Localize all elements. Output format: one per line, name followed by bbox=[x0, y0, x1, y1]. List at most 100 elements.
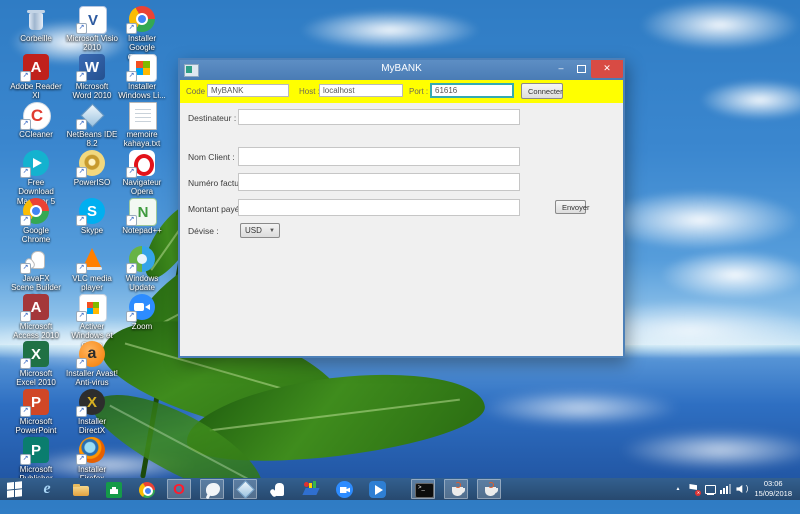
desktop-icon-label: memoire kahaya.txt bbox=[116, 130, 168, 149]
clock-date: 15/09/2018 bbox=[754, 489, 792, 499]
tray-expand-icon[interactable] bbox=[671, 481, 684, 497]
taskbar-item-java-app-2[interactable] bbox=[477, 479, 501, 499]
desktop-icon-label: Google Chrome bbox=[10, 226, 62, 245]
taskbar-start-button[interactable] bbox=[2, 479, 26, 499]
desktop-icon-ccleaner[interactable]: ↗ CCleaner bbox=[10, 102, 62, 139]
maximize-button[interactable] bbox=[571, 60, 591, 78]
host-input[interactable] bbox=[319, 84, 403, 97]
desktop-icon-adobe-reader[interactable]: ↗ Adobe Reader XI bbox=[10, 54, 62, 101]
shortcut-arrow-icon: ↗ bbox=[76, 167, 87, 178]
taskbar-item-scene-builder[interactable] bbox=[266, 479, 290, 499]
desktop-icon-installer-avast[interactable]: ↗ Installer Avast! Anti-virus bbox=[66, 341, 118, 388]
desktop-icon-label: Skype bbox=[66, 226, 118, 235]
desktop-icon-visio[interactable]: ↗ Microsoft Visio 2010 bbox=[66, 6, 118, 53]
devise-label: Dévise : bbox=[188, 226, 219, 236]
host-label: Host : bbox=[299, 87, 320, 96]
shortcut-arrow-icon: ↗ bbox=[126, 167, 137, 178]
nom-client-input[interactable] bbox=[238, 147, 520, 166]
desktop-icon-label: Navigateur Opera bbox=[116, 178, 168, 197]
desktop-icon-label: Installer Avast! Anti-virus bbox=[66, 369, 118, 388]
payment-form: Destinateur : Nom Client : Numéro factur… bbox=[180, 103, 623, 356]
connecter-button[interactable]: Connecter bbox=[521, 83, 563, 99]
port-input[interactable] bbox=[430, 83, 514, 98]
shortcut-arrow-icon: ↗ bbox=[76, 311, 87, 322]
taskbar-item-java-app-1[interactable] bbox=[444, 479, 468, 499]
shortcut-arrow-icon: ↗ bbox=[126, 23, 137, 34]
speaker-icon[interactable] bbox=[735, 481, 748, 497]
shortcut-arrow-icon: ↗ bbox=[20, 215, 31, 226]
desktop-icon-installer-firefox[interactable]: ↗ Installer Firefox bbox=[66, 437, 118, 484]
taskbar-item-opera[interactable] bbox=[167, 479, 191, 499]
desktop-icon-google-chrome[interactable]: ↗ Google Chrome bbox=[10, 198, 62, 245]
code-input[interactable] bbox=[207, 84, 289, 97]
shortcut-arrow-icon: ↗ bbox=[20, 358, 31, 369]
port-label: Port : bbox=[409, 87, 428, 96]
desktop-icon-label: Zoom bbox=[116, 322, 168, 331]
taskbar-item-cmd[interactable] bbox=[411, 479, 435, 499]
shortcut-arrow-icon: ↗ bbox=[76, 23, 87, 34]
taskbar-item-postgresql[interactable] bbox=[200, 479, 224, 499]
destinataire-label: Destinateur : bbox=[188, 113, 236, 123]
desktop-icon-poweriso[interactable]: ↗ PowerISO bbox=[66, 150, 118, 187]
desktop-icon-zoom[interactable]: ↗ Zoom bbox=[116, 294, 168, 331]
clock-time: 03:06 bbox=[754, 479, 792, 489]
desktop-icon-memoire[interactable]: ↗ memoire kahaya.txt bbox=[116, 102, 168, 149]
desktop-icon-excel[interactable]: ↗ Microsoft Excel 2010 bbox=[10, 341, 62, 388]
taskbar-item-zoom[interactable] bbox=[332, 479, 356, 499]
shortcut-arrow-icon: ↗ bbox=[20, 119, 31, 130]
destinataire-input[interactable] bbox=[238, 109, 520, 125]
close-button[interactable]: ✕ bbox=[591, 60, 623, 78]
mybank-window: MyBANK – ✕ Code : Host : Port : Connecte… bbox=[178, 58, 625, 358]
desktop-icon-label: Microsoft Access 2010 bbox=[10, 322, 62, 341]
desktop-icon-label: VLC media player bbox=[66, 274, 118, 293]
network-icon[interactable] bbox=[703, 481, 716, 497]
desktop-icon-skype[interactable]: ↗ Skype bbox=[66, 198, 118, 235]
desktop-icon-label: Adobe Reader XI bbox=[10, 82, 62, 101]
desktop-icon-windows-update[interactable]: ↗ Windows Update bbox=[116, 246, 168, 293]
numero-facture-input[interactable] bbox=[238, 173, 520, 191]
shortcut-arrow-icon: ↗ bbox=[76, 215, 87, 226]
shortcut-arrow-icon: ↗ bbox=[76, 119, 87, 130]
desktop-icon-label: CCleaner bbox=[10, 130, 62, 139]
desktop-icon-label: Microsoft Excel 2010 bbox=[10, 369, 62, 388]
shortcut-arrow-icon: ↗ bbox=[76, 358, 87, 369]
taskbar-item-netbeans[interactable] bbox=[233, 479, 257, 499]
taskbar-clock[interactable]: 03:06 15/09/2018 bbox=[754, 479, 792, 499]
minimize-button[interactable]: – bbox=[551, 60, 571, 78]
desktop-icon-notepadpp[interactable]: ↗ Notepad++ bbox=[116, 198, 168, 235]
shortcut-arrow-icon: ↗ bbox=[20, 406, 31, 417]
devise-selected-value: USD bbox=[245, 226, 262, 235]
desktop-icon-opera[interactable]: ↗ Navigateur Opera bbox=[116, 150, 168, 197]
montant-paye-label: Montant payé : bbox=[188, 204, 244, 214]
taskbar-item-chart-app[interactable] bbox=[299, 479, 323, 499]
text-file-icon bbox=[129, 102, 157, 130]
taskbar-item-ie[interactable] bbox=[35, 479, 59, 499]
taskbar-item-explorer[interactable] bbox=[68, 479, 92, 499]
devise-select[interactable]: USD ▼ bbox=[240, 223, 280, 238]
taskbar-item-fdm[interactable] bbox=[365, 479, 389, 499]
desktop-icon-corbeille[interactable]: ↗ Corbeille bbox=[10, 6, 62, 43]
connection-toolbar: Code : Host : Port : Connecter bbox=[180, 80, 623, 103]
window-titlebar[interactable]: MyBANK – ✕ bbox=[180, 60, 623, 80]
desktop-icon-label: PowerISO bbox=[66, 178, 118, 187]
desktop-icon-access[interactable]: ↗ Microsoft Access 2010 bbox=[10, 294, 62, 341]
taskbar-item-store[interactable] bbox=[101, 479, 125, 499]
shortcut-arrow-icon: ↗ bbox=[20, 167, 31, 178]
desktop-icon-installer-directx[interactable]: ↗ Installer DirectX bbox=[66, 389, 118, 436]
desktop-icon-vlc[interactable]: ↗ VLC media player bbox=[66, 246, 118, 293]
desktop-icon-netbeans[interactable]: ↗ NetBeans IDE 8.2 bbox=[66, 102, 118, 149]
shortcut-arrow-icon: ↗ bbox=[126, 263, 137, 274]
shortcut-arrow-icon: ↗ bbox=[126, 215, 137, 226]
montant-paye-input[interactable] bbox=[238, 199, 520, 216]
desktop-icon-word[interactable]: ↗ Microsoft Word 2010 bbox=[66, 54, 118, 101]
signal-strength-icon[interactable] bbox=[719, 481, 732, 497]
desktop-icon-label: NetBeans IDE 8.2 bbox=[66, 130, 118, 149]
envoyer-button[interactable]: Envoyer bbox=[555, 200, 586, 214]
action-center-flag-icon[interactable] bbox=[687, 481, 700, 497]
desktop-icon-installer-windows-live[interactable]: ↗ Installer Windows Li... bbox=[116, 54, 168, 101]
taskbar-item-chrome[interactable] bbox=[134, 479, 158, 499]
chevron-down-icon: ▼ bbox=[269, 228, 275, 234]
shortcut-arrow-icon: ↗ bbox=[76, 263, 87, 274]
nom-client-label: Nom Client : bbox=[188, 152, 235, 162]
shortcut-arrow-icon: ↗ bbox=[20, 263, 31, 274]
